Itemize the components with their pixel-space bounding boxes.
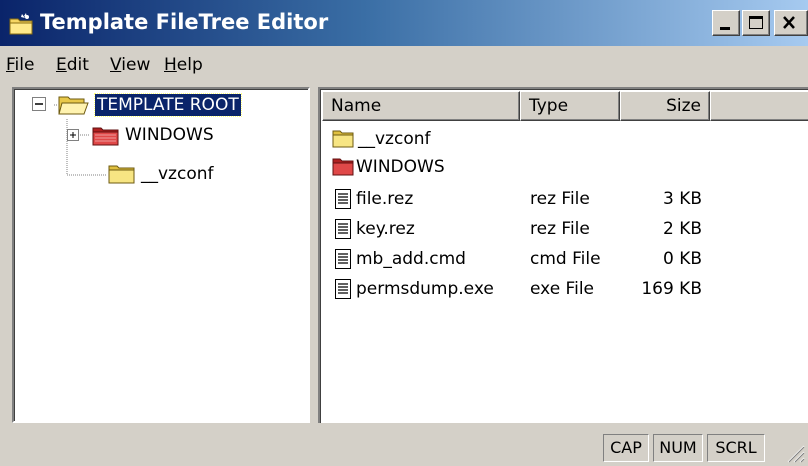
menu-view[interactable]: View — [110, 55, 150, 75]
folder-red-icon — [92, 127, 119, 146]
column-header-filler — [710, 91, 808, 121]
row-name: __vzconf — [358, 129, 431, 149]
status-num-indicator: NUM — [653, 434, 703, 462]
list-row-windows[interactable]: WINDOWS — [320, 153, 808, 181]
row-name: mb_add.cmd — [356, 249, 466, 269]
collapse-root-toggle[interactable] — [32, 97, 48, 113]
row-name: file.rez — [356, 189, 414, 209]
folder-red-icon — [332, 158, 354, 176]
column-header-type[interactable]: Type — [520, 91, 620, 121]
minimize-button[interactable] — [712, 10, 740, 36]
resize-grip-icon[interactable] — [782, 442, 806, 464]
list-row-key-rez[interactable]: key.rez rez File 2 KB — [320, 215, 808, 243]
menu-file[interactable]: File — [6, 55, 34, 75]
list-row-mb-add-cmd[interactable]: mb_add.cmd cmd File 0 KB — [320, 245, 808, 273]
row-size: 0 KB — [662, 249, 702, 269]
folder-open-icon — [58, 96, 89, 115]
row-type: cmd File — [530, 249, 601, 269]
column-header-size[interactable]: Size — [620, 91, 710, 121]
column-header-name[interactable]: Name — [322, 91, 520, 121]
list-row-permsdump-exe[interactable]: permsdump.exe exe File 169 KB — [320, 275, 808, 303]
file-icon — [335, 249, 351, 269]
file-list-panel[interactable]: Name Type Size __vzconf WINDOWS file.rez… — [318, 87, 808, 423]
row-size: 2 KB — [662, 219, 702, 239]
menu-help[interactable]: Help — [164, 55, 203, 75]
folder-icon — [332, 130, 354, 148]
status-cap-indicator: CAP — [603, 434, 649, 462]
status-bar: CAP NUM SCRL — [0, 428, 808, 466]
folder-icon — [108, 165, 135, 184]
tree-item-template-root[interactable]: TEMPLATE ROOT — [94, 93, 242, 117]
maximize-button[interactable] — [742, 10, 770, 36]
list-row-file-rez[interactable]: file.rez rez File 3 KB — [320, 185, 808, 213]
row-size: 169 KB — [641, 279, 702, 299]
close-icon — [783, 16, 795, 29]
app-folder-icon — [9, 13, 33, 35]
row-name: key.rez — [356, 219, 415, 239]
row-name: WINDOWS — [356, 157, 445, 177]
status-scrl-indicator: SCRL — [707, 434, 765, 462]
file-icon — [335, 219, 351, 239]
window-title: Template FileTree Editor — [40, 10, 329, 34]
row-type: rez File — [530, 219, 590, 239]
row-name: permsdump.exe — [356, 279, 494, 299]
file-icon — [335, 279, 351, 299]
close-button[interactable] — [774, 10, 808, 36]
row-type: rez File — [530, 189, 590, 209]
maximize-icon — [749, 16, 763, 29]
menu-edit[interactable]: Edit — [56, 55, 89, 75]
minimize-icon — [720, 27, 730, 30]
expand-windows-toggle[interactable] — [67, 129, 81, 143]
tree-item-windows[interactable]: WINDOWS — [123, 124, 216, 146]
folder-tree-panel[interactable]: TEMPLATE ROOT WINDOWS __vzconf — [12, 87, 310, 423]
row-size: 3 KB — [662, 189, 702, 209]
row-type: exe File — [530, 279, 595, 299]
file-icon — [335, 189, 351, 209]
list-row-vzconf[interactable]: __vzconf — [320, 125, 808, 153]
tree-item-vzconf[interactable]: __vzconf — [139, 163, 216, 185]
title-bar[interactable]: Template FileTree Editor — [0, 0, 808, 46]
menu-bar: File Edit View Help — [0, 50, 808, 84]
